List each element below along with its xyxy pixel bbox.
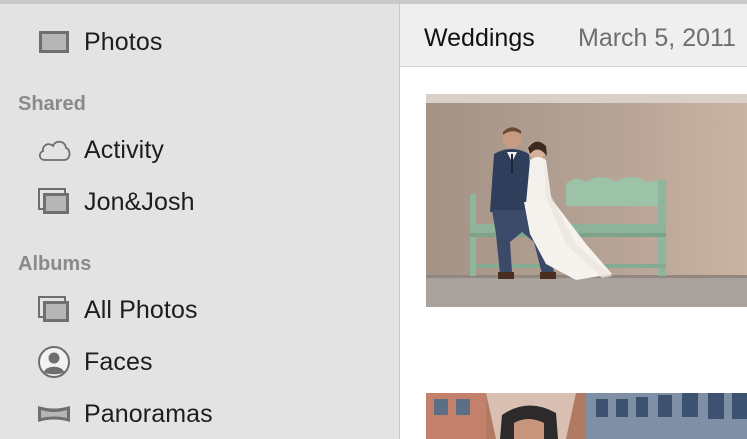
panorama-icon: [36, 397, 72, 431]
person-icon: [36, 345, 72, 379]
photo-thumbnail[interactable]: [426, 393, 747, 439]
stacked-photos-icon: [36, 185, 72, 219]
section-heading-albums: Albums: [18, 253, 92, 275]
photo-grid: [400, 67, 747, 439]
sidebar-item-faces[interactable]: Faces: [36, 342, 153, 382]
sidebar-item-photos[interactable]: Photos: [36, 22, 162, 62]
section-heading-shared: Shared: [18, 93, 86, 115]
sidebar-item-all-photos[interactable]: All Photos: [36, 290, 198, 330]
sidebar-item-label: Activity: [84, 135, 164, 164]
album-header: Weddings March 5, 2011: [400, 4, 747, 67]
sidebar-item-panoramas[interactable]: Panoramas: [36, 394, 213, 434]
stacked-photos-icon: [36, 293, 72, 327]
wedding-couple-photo: [426, 94, 747, 307]
sidebar-item-label: Faces: [84, 347, 153, 376]
sidebar-item-label: All Photos: [84, 295, 198, 324]
photo-thumbnail[interactable]: [426, 94, 747, 307]
photos-icon: [36, 25, 72, 59]
album-title: Weddings: [424, 24, 535, 52]
cloud-icon: [36, 133, 72, 167]
sidebar-item-label: Panoramas: [84, 399, 213, 428]
sidebar-item-activity[interactable]: Activity: [36, 130, 164, 170]
sidebar-item-label: Jon&Josh: [84, 187, 195, 216]
sidebar-item-label: Photos: [84, 27, 163, 56]
sidebar: Photos Shared Activity Jon&Josh Albums A…: [0, 4, 400, 439]
album-date: March 5, 2011: [578, 24, 736, 52]
sidebar-item-jon-josh[interactable]: Jon&Josh: [36, 182, 195, 222]
street-portrait-photo: [426, 393, 747, 439]
